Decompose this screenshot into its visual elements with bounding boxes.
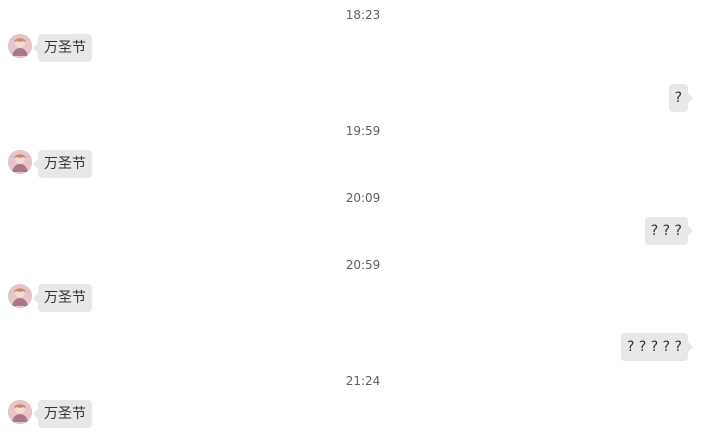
incoming-message-bubble[interactable]: 万圣节 (33, 400, 92, 428)
user-avatar-icon[interactable] (8, 34, 32, 58)
user-avatar-icon[interactable] (8, 150, 32, 174)
timestamp: 20:09 (345, 191, 381, 205)
timestamp: 21:24 (345, 374, 381, 388)
timestamp: 20:59 (345, 258, 381, 272)
user-avatar-icon[interactable] (8, 284, 32, 308)
incoming-message-bubble[interactable]: 万圣节 (33, 150, 92, 178)
incoming-message-bubble[interactable]: 万圣节 (33, 284, 92, 312)
user-avatar-icon[interactable] (8, 400, 32, 424)
incoming-message-bubble[interactable]: 万圣节 (33, 34, 92, 62)
timestamp: 18:23 (345, 8, 381, 22)
outgoing-message-bubble[interactable]: ? ? ? ? ? (621, 333, 693, 361)
timestamp: 19:59 (345, 124, 381, 138)
outgoing-message-bubble[interactable]: ? (668, 84, 694, 112)
outgoing-message-bubble[interactable]: ? ? ? (644, 217, 694, 245)
